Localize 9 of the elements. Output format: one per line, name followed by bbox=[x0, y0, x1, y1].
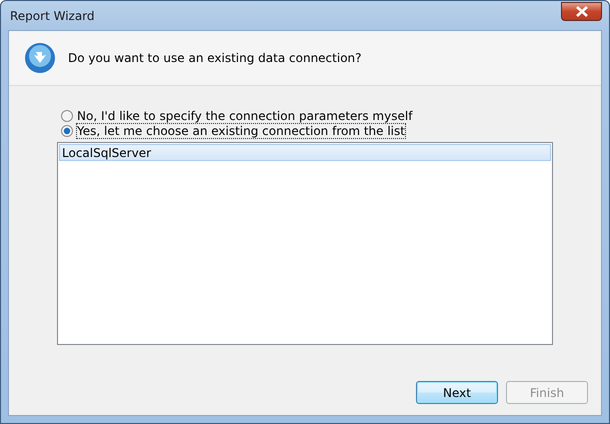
wizard-icon bbox=[24, 42, 56, 74]
radio-option[interactable]: No, I'd like to specify the connection parameters myself bbox=[57, 108, 553, 123]
list-item[interactable]: LocalSqlServer bbox=[59, 144, 551, 161]
window-title: Report Wizard bbox=[9, 8, 95, 22]
close-icon bbox=[574, 6, 590, 17]
close-button[interactable] bbox=[561, 2, 602, 21]
radio-option[interactable]: Yes, let me choose an existing connection from the list bbox=[57, 123, 553, 138]
header-question: Do you want to use an existing data connection? bbox=[68, 51, 362, 65]
wizard-button[interactable]: Next bbox=[416, 381, 498, 404]
